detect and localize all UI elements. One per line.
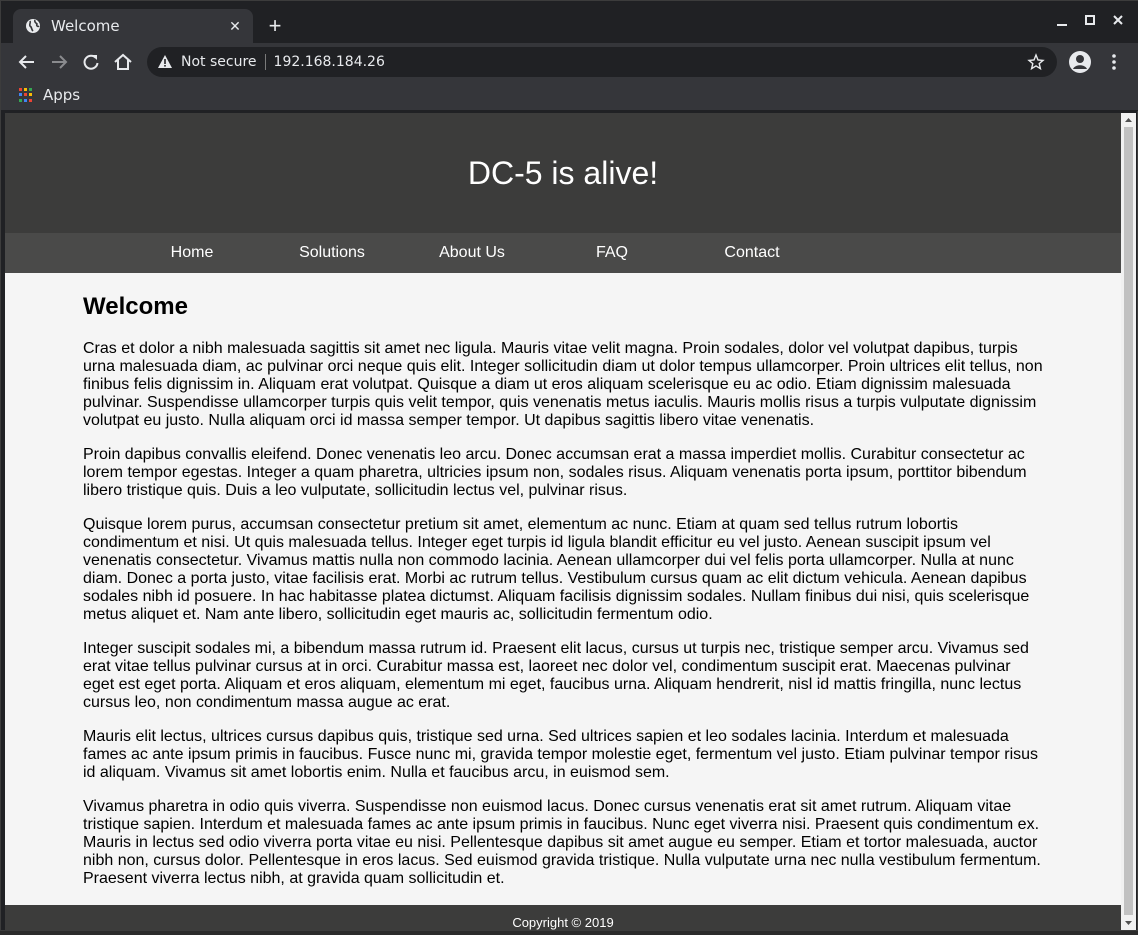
- kebab-menu-icon[interactable]: [1102, 51, 1126, 73]
- url-text[interactable]: 192.168.184.26: [274, 54, 385, 70]
- page-viewport: DC-5 is alive! Home Solutions About Us F…: [5, 113, 1121, 930]
- tab-welcome[interactable]: Welcome ✕: [13, 9, 253, 43]
- nav-home[interactable]: Home: [122, 233, 262, 273]
- paragraph-6: Vivamus pharetra in odio quis viverra. S…: [83, 798, 1041, 887]
- vertical-scrollbar[interactable]: [1121, 113, 1136, 930]
- globe-icon: [25, 18, 41, 34]
- reload-icon[interactable]: [79, 51, 103, 73]
- minimize-icon[interactable]: [1052, 13, 1072, 30]
- star-icon[interactable]: [1027, 53, 1045, 71]
- nav-solutions[interactable]: Solutions: [262, 233, 402, 273]
- apps-label[interactable]: Apps: [43, 86, 80, 104]
- nav-about-us[interactable]: About Us: [402, 233, 542, 273]
- not-secure-label[interactable]: Not secure: [181, 54, 257, 70]
- bookmarks-bar: Apps: [1, 81, 1138, 111]
- browser-window: Welcome ✕ + Not secure 192.168.184.26 Ap…: [0, 0, 1138, 931]
- nav-contact[interactable]: Contact: [682, 233, 822, 273]
- site-header: DC-5 is alive!: [5, 113, 1121, 233]
- scroll-down-icon[interactable]: [1121, 916, 1136, 930]
- apps-grid-icon: [19, 88, 33, 102]
- site-footer: Copyright © 2019: [5, 905, 1121, 930]
- paragraph-2: Proin dapibus convallis eleifend. Donec …: [83, 446, 1027, 499]
- page-heading: Welcome: [83, 293, 188, 320]
- tab-strip: Welcome ✕ +: [1, 1, 1138, 43]
- home-icon[interactable]: [111, 51, 135, 73]
- browser-toolbar: Not secure 192.168.184.26: [1, 43, 1138, 81]
- paragraph-5: Mauris elit lectus, ultrices cursus dapi…: [83, 728, 1039, 781]
- tab-title: Welcome: [51, 17, 120, 35]
- site-title: DC-5 is alive!: [467, 154, 659, 191]
- close-tab-icon[interactable]: ✕: [223, 18, 247, 35]
- warning-icon[interactable]: [157, 54, 173, 70]
- nav-faq[interactable]: FAQ: [542, 233, 682, 273]
- back-arrow-icon[interactable]: [15, 51, 39, 73]
- paragraph-3: Quisque lorem purus, accumsan consectetu…: [83, 516, 1030, 623]
- close-icon[interactable]: [1108, 13, 1128, 30]
- forward-arrow-icon[interactable]: [47, 51, 71, 73]
- maximize-icon[interactable]: [1080, 13, 1100, 30]
- omnibox-separator: [264, 54, 266, 70]
- site-nav: Home Solutions About Us FAQ Contact: [5, 233, 1121, 273]
- main-content: Welcome Cras et dolor a nibh malesuada s…: [5, 273, 1121, 888]
- address-bar[interactable]: Not secure 192.168.184.26: [147, 47, 1057, 77]
- paragraph-1: Cras et dolor a nibh malesuada sagittis …: [83, 340, 1043, 429]
- account-icon[interactable]: [1068, 50, 1092, 73]
- scroll-up-icon[interactable]: [1121, 113, 1136, 127]
- apps-bookmark[interactable]: Apps: [19, 86, 80, 104]
- paragraph-4: Integer suscipit sodales mi, a bibendum …: [83, 640, 1029, 711]
- new-tab-button[interactable]: +: [263, 15, 287, 39]
- scrollbar-thumb[interactable]: [1124, 127, 1133, 915]
